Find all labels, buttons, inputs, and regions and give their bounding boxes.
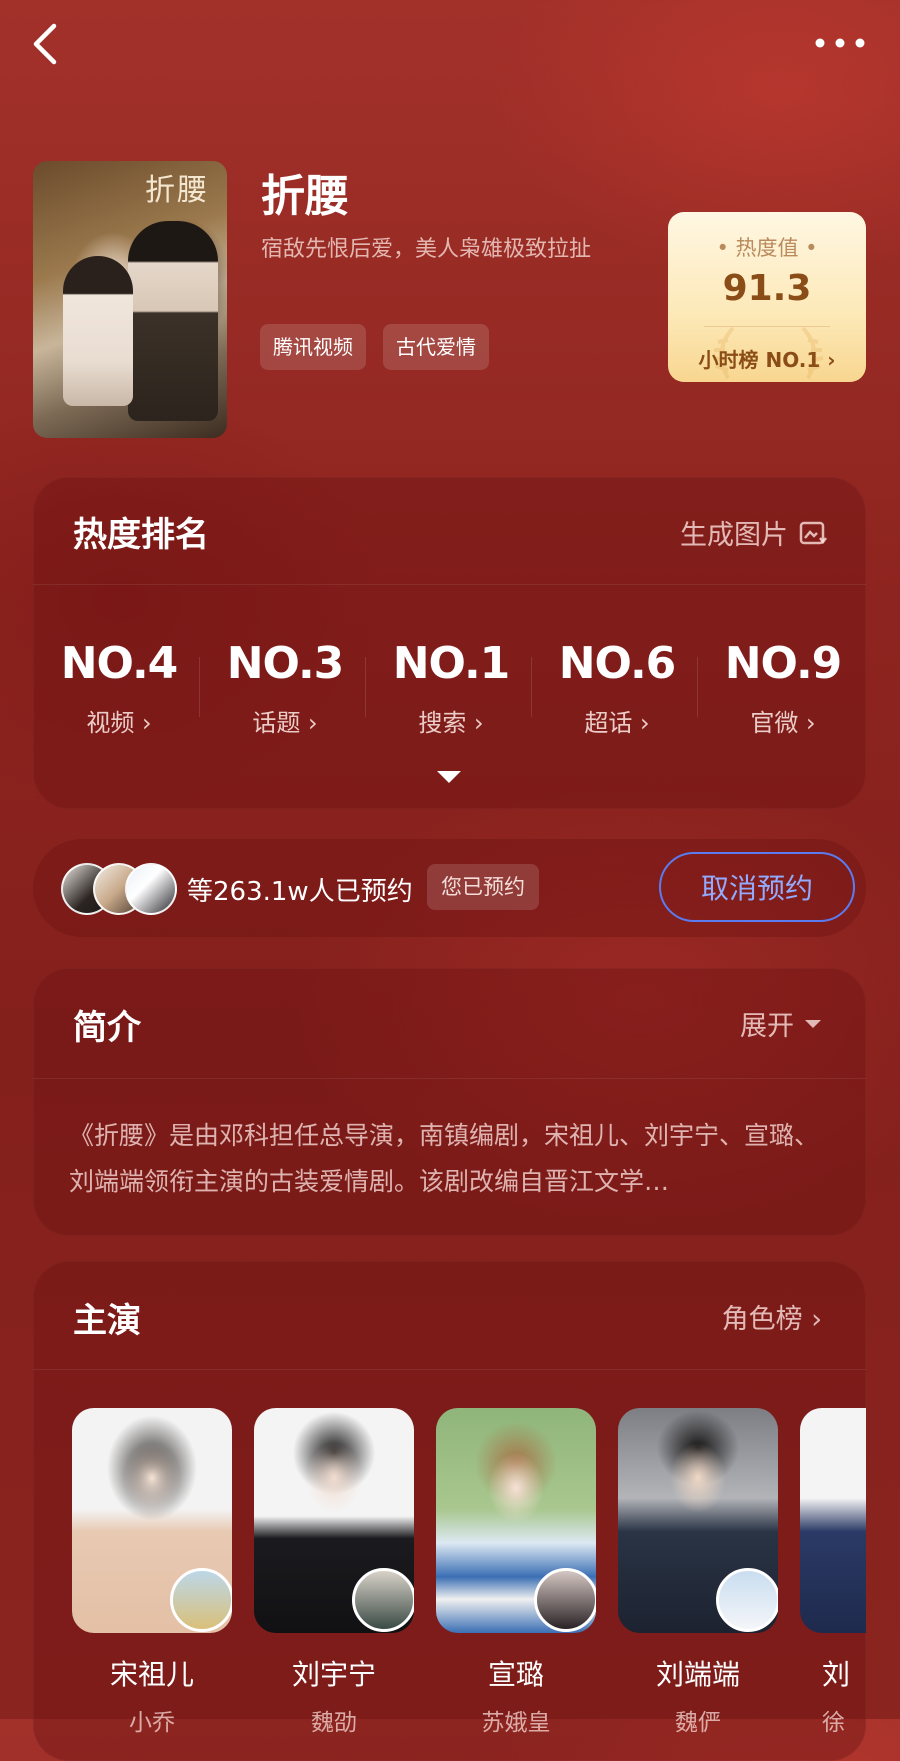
character-avatar — [534, 1568, 596, 1632]
rank-label: 视频 › — [86, 709, 152, 737]
cast-card: 主演 角色榜 › 宋祖儿 小乔 刘宇宁 魏劭 宣璐 苏娥皇 刘端端 魏俨 刘 徐 — [33, 1261, 866, 1761]
divider — [33, 1369, 866, 1370]
reservation-count: 等263.1w人已预约 — [187, 877, 413, 907]
tag-platform[interactable]: 腾讯视频 — [260, 324, 366, 370]
intro-text[interactable]: 《折腰》是由邓科担任总导演，南镇编剧，宋祖儿、刘宇宁、宣璐、刘端端领衔主演的古装… — [69, 1113, 829, 1205]
cast-member-liu-duanduan[interactable]: 刘端端 魏俨 — [618, 1408, 778, 1737]
rank-official-weibo[interactable]: NO.9 官微 › — [700, 639, 866, 738]
poster-figure — [128, 221, 218, 421]
rank-number: NO.1 — [392, 638, 511, 689]
cast-photo — [254, 1408, 414, 1633]
generate-image-button[interactable]: 生成图片 — [680, 513, 828, 552]
divider — [697, 657, 698, 717]
show-title: 折腰 — [261, 171, 349, 222]
hourly-rank: 小时榜 NO.1 › — [698, 348, 836, 372]
heat-card[interactable]: • 热度值 • 91.3 小时榜 NO.1 › — [668, 212, 866, 382]
cast-name: 宣璐 — [487, 1658, 544, 1691]
cast-photo — [618, 1408, 778, 1633]
divider — [199, 657, 200, 717]
rank-label: 官微 › — [750, 709, 816, 737]
expand-intro-button[interactable]: 展开 — [740, 1004, 822, 1043]
cast-member-partial[interactable]: 刘 徐 — [800, 1408, 866, 1737]
cast-member-xuan-lu[interactable]: 宣璐 苏娥皇 — [436, 1408, 596, 1737]
expand-label: 展开 — [740, 1011, 794, 1042]
divider — [704, 326, 830, 327]
role-ranking-button[interactable]: 角色榜 › — [722, 1297, 822, 1336]
character-avatar — [352, 1568, 414, 1632]
divider — [33, 1078, 866, 1079]
rank-number: NO.9 — [724, 638, 843, 689]
cast-role: 苏娥皇 — [481, 1710, 551, 1736]
cast-photo — [72, 1408, 232, 1633]
divider — [531, 657, 532, 717]
rank-number: NO.4 — [60, 638, 179, 689]
cast-photo — [436, 1408, 596, 1633]
character-avatar — [170, 1568, 232, 1632]
divider — [33, 584, 866, 585]
heat-value: 91.3 — [722, 268, 812, 309]
ranking-title: 热度排名 — [73, 515, 209, 555]
ranking-card: 热度排名 生成图片 NO.4 视频 › NO.3 话题 › NO.1 搜索 › … — [33, 477, 866, 809]
show-poster[interactable]: 折腰 — [33, 161, 227, 438]
cast-member-song-zuer[interactable]: 宋祖儿 小乔 — [72, 1408, 232, 1737]
show-description: 宿敌先恨后爱，美人枭雄极致拉扯 — [261, 237, 592, 262]
rank-search[interactable]: NO.1 搜索 › — [368, 639, 534, 738]
rank-video[interactable]: NO.4 视频 › — [36, 639, 202, 738]
cast-role: 魏俨 — [675, 1710, 721, 1736]
cast-member-liu-yuning[interactable]: 刘宇宁 魏劭 — [254, 1408, 414, 1737]
reservation-bar: 等263.1w人已预约 您已预约 取消预约 — [33, 839, 866, 937]
cast-name: 刘宇宁 — [291, 1658, 376, 1691]
back-button[interactable] — [26, 20, 66, 68]
rank-label: 话题 › — [252, 709, 318, 737]
cast-photo — [800, 1408, 866, 1633]
cancel-reservation-button[interactable]: 取消预约 — [659, 852, 855, 922]
cast-title: 主演 — [73, 1301, 141, 1341]
cast-name: 刘端端 — [655, 1658, 740, 1691]
rank-super-topic[interactable]: NO.6 超话 › — [534, 639, 700, 738]
caret-down-icon[interactable] — [436, 769, 462, 785]
intro-card: 简介 展开 《折腰》是由邓科担任总导演，南镇编剧，宋祖儿、刘宇宁、宣璐、刘端端领… — [33, 968, 866, 1236]
rank-number: NO.6 — [558, 638, 677, 689]
avatar — [125, 863, 177, 915]
intro-title: 简介 — [73, 1008, 141, 1048]
divider — [365, 657, 366, 717]
poster-title-art: 折腰 — [145, 173, 209, 208]
poster-figure — [63, 256, 133, 406]
chevron-left-icon — [33, 23, 57, 65]
rank-label: 超话 › — [584, 709, 650, 737]
character-avatar — [716, 1568, 778, 1632]
cast-name: 宋祖儿 — [109, 1658, 194, 1691]
caret-down-icon — [805, 1019, 821, 1028]
cast-role: 徐 — [822, 1710, 845, 1736]
more-dots-icon — [815, 38, 865, 48]
rank-number: NO.3 — [226, 638, 345, 689]
tag-genre[interactable]: 古代爱情 — [383, 324, 489, 370]
generate-image-label: 生成图片 — [680, 520, 788, 551]
image-export-icon — [799, 521, 827, 544]
cast-name: 刘 — [822, 1658, 851, 1691]
reserved-badge: 您已预约 — [427, 864, 539, 910]
heat-label: • 热度值 • — [716, 236, 818, 260]
more-button[interactable] — [812, 28, 868, 58]
rank-topic[interactable]: NO.3 话题 › — [202, 639, 368, 738]
cast-role: 小乔 — [129, 1710, 175, 1736]
cast-role: 魏劭 — [311, 1710, 357, 1736]
rank-label: 搜索 › — [418, 709, 484, 737]
